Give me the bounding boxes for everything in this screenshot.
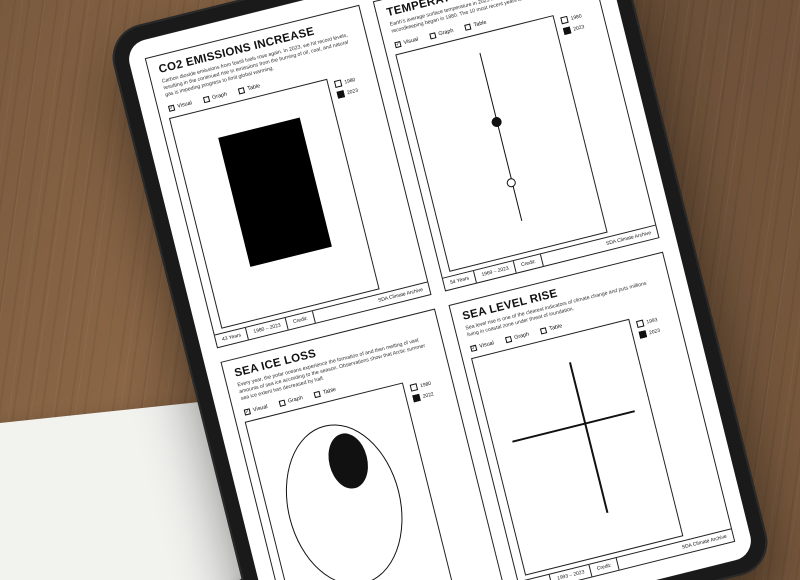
filled-dot-icon [490, 116, 502, 128]
vertical-bar-icon [569, 362, 609, 513]
black-square-icon [218, 118, 331, 268]
tablet-screen: CO2 EMISSIONS INCREASE Carbon dioxide em… [125, 0, 755, 580]
hollow-dot-icon [506, 177, 517, 188]
horizontal-bar-icon [512, 410, 634, 442]
vertical-line-icon [479, 53, 522, 221]
card-sea-level: SEA LEVEL RISE Sea level rise is one of … [448, 252, 735, 580]
